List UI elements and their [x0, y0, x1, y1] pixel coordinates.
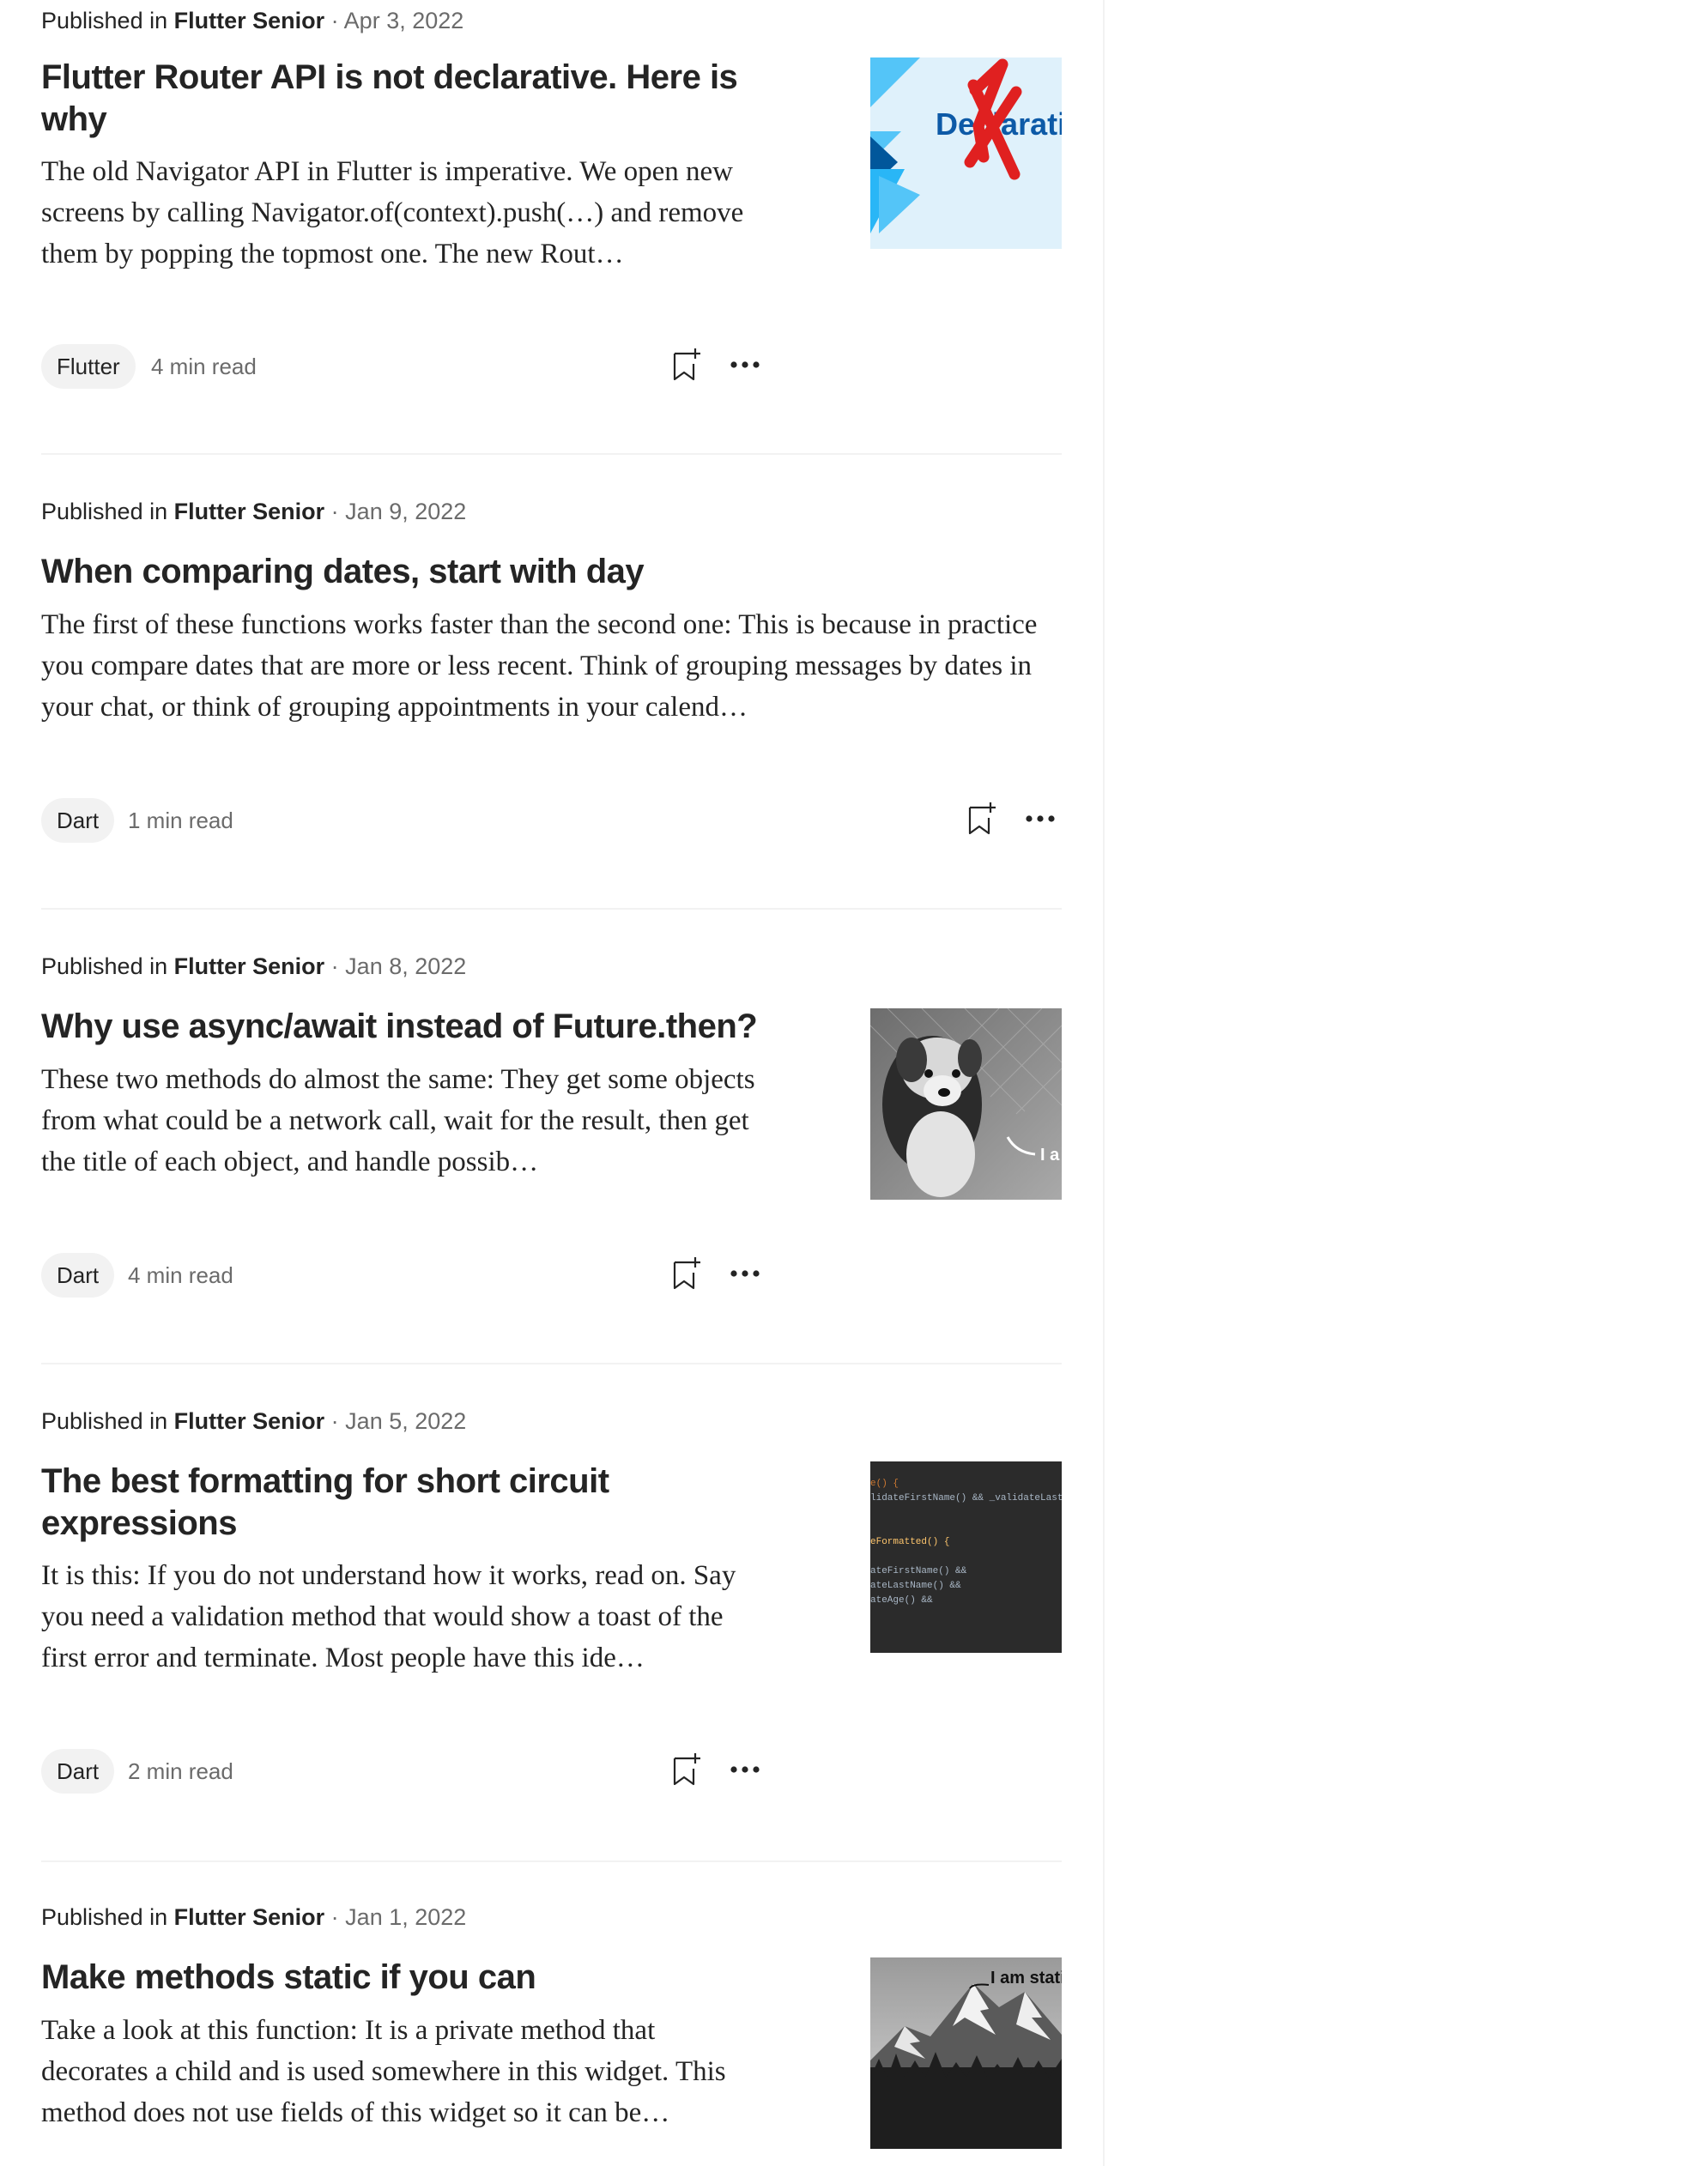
article-meta: Published in Flutter Senior · Apr 3, 202… — [41, 3, 463, 38]
published-prefix: Published in — [41, 499, 168, 524]
bookmark-icon[interactable] — [669, 1255, 704, 1292]
more-options-icon[interactable] — [728, 346, 762, 384]
article-title[interactable]: Flutter Router API is not declarative. H… — [41, 57, 771, 141]
publication-link[interactable]: Flutter Senior — [174, 8, 325, 33]
publish-date: Jan 9, 2022 — [345, 499, 467, 524]
published-prefix: Published in — [41, 953, 168, 979]
tag-chip[interactable]: Flutter — [41, 344, 136, 389]
article-divider — [41, 1363, 1062, 1364]
bookmark-icon[interactable] — [669, 346, 704, 384]
sidebar-divider — [1103, 0, 1105, 2166]
separator-dot: · — [330, 1904, 339, 1930]
publish-date: Jan 1, 2022 — [345, 1904, 467, 1930]
article-thumbnail[interactable]: I a — [870, 1008, 1062, 1200]
publication-link[interactable]: Flutter Senior — [174, 953, 325, 979]
code-line: ateAge() && — [870, 1595, 933, 1606]
article-card[interactable]: Published in Flutter Senior · Jan 5, 202… — [41, 1399, 1062, 1862]
published-prefix: Published in — [41, 1408, 168, 1434]
read-time: 4 min read — [128, 1262, 233, 1288]
article-title[interactable]: When comparing dates, start with day — [41, 551, 1054, 593]
more-options-icon[interactable] — [728, 1255, 762, 1292]
code-line: ateFirstName() && — [870, 1566, 967, 1576]
article-excerpt[interactable]: It is this: If you do not understand how… — [41, 1555, 766, 1679]
bookmark-icon[interactable] — [669, 1751, 704, 1788]
publish-date: Apr 3, 2022 — [343, 8, 464, 33]
article-title[interactable]: Make methods static if you can — [41, 1957, 771, 1999]
code-line: eFormatted() { — [870, 1537, 949, 1547]
bookmark-icon[interactable] — [965, 800, 999, 838]
published-prefix: Published in — [41, 1904, 168, 1930]
article-thumbnail[interactable]: Declarativ — [870, 57, 1062, 249]
separator-dot: · — [330, 8, 339, 33]
article-card[interactable]: Published in Flutter Senior · Jan 8, 202… — [41, 944, 1062, 1364]
article-excerpt[interactable]: The old Navigator API in Flutter is impe… — [41, 151, 766, 275]
published-prefix: Published in — [41, 8, 168, 33]
article-thumbnail[interactable]: e() { lidateFirstName() && _validateLast… — [870, 1461, 1062, 1653]
code-line: lidateFirstName() && _validateLast — [870, 1493, 1062, 1503]
thumbnail-caption: I a — [1040, 1146, 1060, 1165]
article-card[interactable]: Published in Flutter Senior · Jan 9, 202… — [41, 489, 1062, 910]
article-excerpt[interactable]: These two methods do almost the same: Th… — [41, 1059, 766, 1183]
article-card[interactable]: Published in Flutter Senior · Jan 1, 202… — [41, 1895, 1062, 2166]
publication-link[interactable]: Flutter Senior — [174, 1408, 325, 1434]
more-options-icon[interactable] — [728, 1751, 762, 1788]
publish-date: Jan 5, 2022 — [345, 1408, 467, 1434]
publish-date: Jan 8, 2022 — [345, 953, 467, 979]
article-divider — [41, 453, 1062, 455]
tag-chip[interactable]: Dart — [41, 1749, 115, 1794]
code-line: e() { — [870, 1479, 899, 1489]
tag-chip[interactable]: Dart — [41, 798, 115, 843]
article-title[interactable]: Why use async/await instead of Future.th… — [41, 1006, 814, 1048]
article-excerpt[interactable]: The first of these functions works faste… — [41, 604, 1062, 728]
thumbnail-caption: I am stati — [990, 1969, 1062, 1988]
publication-link[interactable]: Flutter Senior — [174, 1904, 325, 1930]
tag-chip[interactable]: Dart — [41, 1253, 115, 1298]
article-thumbnail[interactable]: I am stati — [870, 1957, 1062, 2149]
read-time: 2 min read — [128, 1758, 233, 1784]
article-meta: Published in Flutter Senior · Jan 8, 202… — [41, 949, 466, 983]
read-time: 4 min read — [151, 354, 257, 379]
article-meta: Published in Flutter Senior · Jan 1, 202… — [41, 1900, 466, 1934]
separator-dot: · — [330, 953, 339, 979]
article-card[interactable]: Published in Flutter Senior · Apr 3, 202… — [41, 0, 1062, 455]
read-time: 1 min read — [128, 808, 233, 833]
article-title[interactable]: The best formatting for short circuit ex… — [41, 1461, 771, 1545]
article-meta: Published in Flutter Senior · Jan 9, 202… — [41, 494, 466, 529]
article-meta: Published in Flutter Senior · Jan 5, 202… — [41, 1404, 466, 1438]
publication-link[interactable]: Flutter Senior — [174, 499, 325, 524]
article-excerpt[interactable]: Take a look at this function: It is a pr… — [41, 2010, 766, 2133]
article-divider — [41, 908, 1062, 910]
more-options-icon[interactable] — [1023, 800, 1057, 838]
separator-dot: · — [330, 499, 339, 524]
article-divider — [41, 1860, 1062, 1862]
separator-dot: · — [330, 1408, 339, 1434]
code-line: ateLastName() && — [870, 1581, 961, 1591]
